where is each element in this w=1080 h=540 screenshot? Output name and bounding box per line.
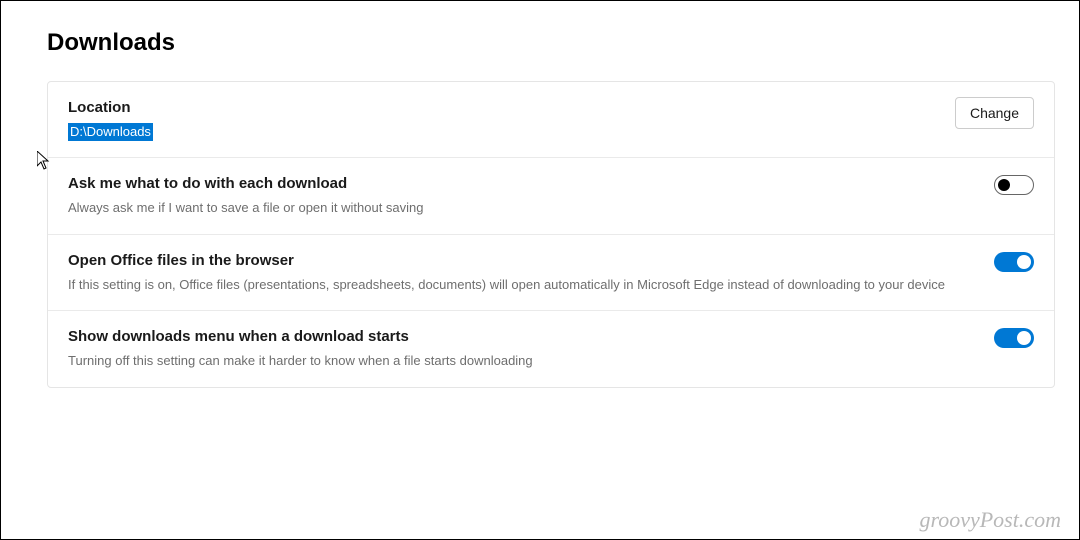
show-downloads-menu-toggle[interactable] xyxy=(994,328,1034,348)
office-desc: If this setting is on, Office files (pre… xyxy=(68,275,974,295)
showmenu-text: Show downloads menu when a download star… xyxy=(68,326,994,371)
downloads-settings-card: Location D:\Downloads Change Ask me what… xyxy=(47,81,1055,388)
office-text: Open Office files in the browser If this… xyxy=(68,250,994,295)
ask-each-download-row: Ask me what to do with each download Alw… xyxy=(48,158,1054,235)
office-title: Open Office files in the browser xyxy=(68,250,974,271)
open-office-toggle[interactable] xyxy=(994,252,1034,272)
showmenu-desc: Turning off this setting can make it har… xyxy=(68,351,974,371)
ask-desc: Always ask me if I want to save a file o… xyxy=(68,198,974,218)
location-text: Location D:\Downloads xyxy=(68,97,955,141)
watermark: groovyPost.com xyxy=(919,507,1061,533)
location-row: Location D:\Downloads Change xyxy=(48,82,1054,158)
show-downloads-menu-row: Show downloads menu when a download star… xyxy=(48,311,1054,387)
ask-each-download-toggle[interactable] xyxy=(994,175,1034,195)
ask-text: Ask me what to do with each download Alw… xyxy=(68,173,994,218)
location-label: Location xyxy=(68,97,935,118)
showmenu-title: Show downloads menu when a download star… xyxy=(68,326,974,347)
ask-title: Ask me what to do with each download xyxy=(68,173,974,194)
location-path[interactable]: D:\Downloads xyxy=(68,123,153,141)
open-office-row: Open Office files in the browser If this… xyxy=(48,235,1054,312)
change-location-button[interactable]: Change xyxy=(955,97,1034,129)
page-title: Downloads xyxy=(1,1,1079,57)
